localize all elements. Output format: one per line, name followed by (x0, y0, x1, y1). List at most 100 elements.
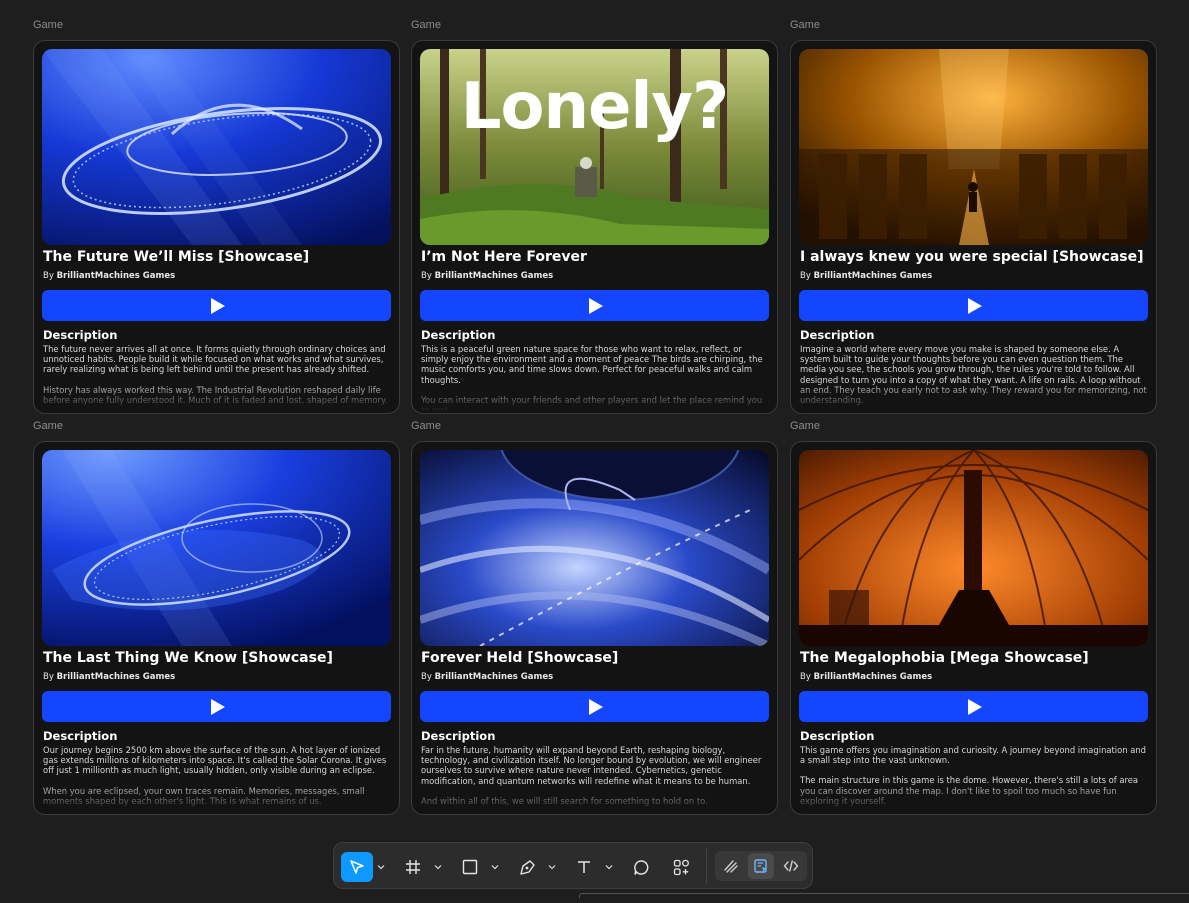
text-tool-button[interactable] (569, 852, 599, 882)
pen-tool-button[interactable] (512, 852, 542, 882)
author-prefix: By (43, 672, 54, 682)
description: The future never arrives all at once. It… (43, 344, 391, 412)
author-name: BrilliantMachines Games (434, 672, 554, 682)
frame-tool-button[interactable] (398, 852, 428, 882)
draw-icon (724, 860, 738, 873)
description-paragraph: Our journey begins 2500 km above the sur… (43, 745, 387, 776)
game-card[interactable]: I always knew you were special [Showcase… (790, 40, 1157, 414)
description: This game offers you imagination and cur… (800, 745, 1148, 813)
description-paragraph: You can interact with your friends and o… (421, 394, 763, 412)
frame-label[interactable]: Game (411, 18, 778, 32)
play-button[interactable] (42, 691, 391, 722)
game-thumbnail[interactable] (420, 450, 769, 646)
game-card[interactable]: The Future We’ll Miss [Showcase] By Bril… (33, 40, 400, 414)
frame-label[interactable]: Game (33, 419, 400, 433)
chevron-down-icon[interactable] (434, 863, 442, 871)
pen-icon (519, 859, 535, 875)
game-title: I’m Not Here Forever (421, 249, 587, 265)
frame[interactable]: Game (790, 18, 1157, 414)
play-icon (967, 698, 982, 715)
thumbnail-caption: Lonely? (460, 70, 730, 144)
chevron-down-icon[interactable] (548, 863, 556, 871)
game-author: By BrilliantMachines Games (421, 271, 553, 281)
frame-label[interactable]: Game (411, 419, 778, 433)
comment-icon (633, 859, 648, 875)
author-prefix: By (421, 672, 432, 682)
mode-switcher (715, 851, 807, 881)
toolbar-divider (706, 849, 707, 883)
game-thumbnail[interactable] (42, 49, 391, 245)
game-title: The Future We’ll Miss [Showcase] (43, 249, 310, 265)
comment-tool-button[interactable] (626, 852, 656, 882)
description-paragraph: History has always worked this way. The … (43, 384, 388, 405)
game-thumbnail[interactable] (42, 450, 391, 646)
description-heading: Description (421, 328, 496, 342)
frame[interactable]: Game The Last Thing We Know [Showcase] B… (33, 419, 400, 815)
play-button[interactable] (420, 691, 769, 722)
game-thumbnail[interactable] (799, 49, 1148, 245)
play-icon (967, 297, 982, 314)
game-title: The Megalophobia [Mega Showcase] (800, 650, 1089, 666)
rectangle-icon (462, 859, 478, 875)
play-icon (210, 698, 225, 715)
description-heading: Description (800, 729, 875, 743)
description: Imagine a world where every move you mak… (800, 344, 1148, 412)
apps-icon (673, 859, 689, 875)
play-icon (588, 297, 603, 314)
frame[interactable]: Game The Future We’ll Miss [Showcase] By… (33, 18, 400, 414)
game-thumbnail[interactable] (799, 450, 1148, 646)
play-button[interactable] (799, 290, 1148, 321)
design-mode-button[interactable] (748, 853, 774, 879)
description-paragraph: Imagine a world where every move you mak… (800, 344, 1147, 406)
shape-tool-button[interactable] (455, 852, 485, 882)
frame-label[interactable]: Game (33, 18, 400, 32)
cursor-icon (350, 860, 364, 874)
game-thumbnail[interactable]: Lonely? (420, 49, 769, 245)
game-author: By BrilliantMachines Games (43, 672, 175, 682)
game-title: The Last Thing We Know [Showcase] (43, 650, 333, 666)
author-prefix: By (421, 271, 432, 281)
move-tool-button[interactable] (341, 852, 373, 882)
chevron-down-icon[interactable] (491, 863, 499, 871)
frame-label[interactable]: Game (790, 419, 1157, 433)
description-paragraph: The main structure in this game is the d… (800, 775, 1139, 806)
chevron-down-icon[interactable] (377, 863, 385, 871)
author-prefix: By (800, 672, 811, 682)
author-name: BrilliantMachines Games (813, 271, 933, 281)
chevron-down-icon[interactable] (605, 863, 613, 871)
game-author: By BrilliantMachines Games (421, 672, 553, 682)
description: Our journey begins 2500 km above the sur… (43, 745, 391, 813)
description-heading: Description (43, 328, 118, 342)
game-author: By BrilliantMachines Games (800, 271, 932, 281)
play-icon (210, 297, 225, 314)
play-icon (588, 698, 603, 715)
author-prefix: By (800, 271, 811, 281)
game-card[interactable]: The Last Thing We Know [Showcase] By Bri… (33, 441, 400, 815)
play-button[interactable] (799, 691, 1148, 722)
author-name: BrilliantMachines Games (56, 672, 176, 682)
description-heading: Description (800, 328, 875, 342)
draw-mode-button[interactable] (718, 853, 744, 879)
frame-label[interactable]: Game (790, 18, 1157, 32)
description: Far in the future, humanity will expand … (421, 745, 769, 813)
description-heading: Description (421, 729, 496, 743)
actions-tool-button[interactable] (666, 852, 696, 882)
game-title: Forever Held [Showcase] (421, 650, 619, 666)
description-paragraph: The future never arrives all at once. It… (43, 344, 386, 375)
author-name: BrilliantMachines Games (813, 672, 933, 682)
game-card[interactable]: Forever Held [Showcase] By BrilliantMach… (411, 441, 778, 815)
play-button[interactable] (420, 290, 769, 321)
author-prefix: By (43, 271, 54, 281)
author-name: BrilliantMachines Games (56, 271, 176, 281)
horizontal-scrollbar[interactable] (579, 893, 1189, 898)
text-icon (578, 861, 590, 873)
game-card[interactable]: Lonely? I’m Not Here Forever By Brillian… (411, 40, 778, 414)
frame[interactable]: Game Forever Held [Showcase] By Brillian… (411, 419, 778, 815)
dev-mode-button[interactable] (778, 853, 804, 879)
frame[interactable]: Game (411, 18, 778, 414)
frame[interactable]: Game (790, 419, 1157, 815)
description-paragraph: When you are eclipsed, your own traces r… (43, 785, 365, 806)
game-card[interactable]: The Megalophobia [Mega Showcase] By Bril… (790, 441, 1157, 815)
play-button[interactable] (42, 290, 391, 321)
description-paragraph: This is a peaceful green nature space fo… (421, 344, 763, 385)
